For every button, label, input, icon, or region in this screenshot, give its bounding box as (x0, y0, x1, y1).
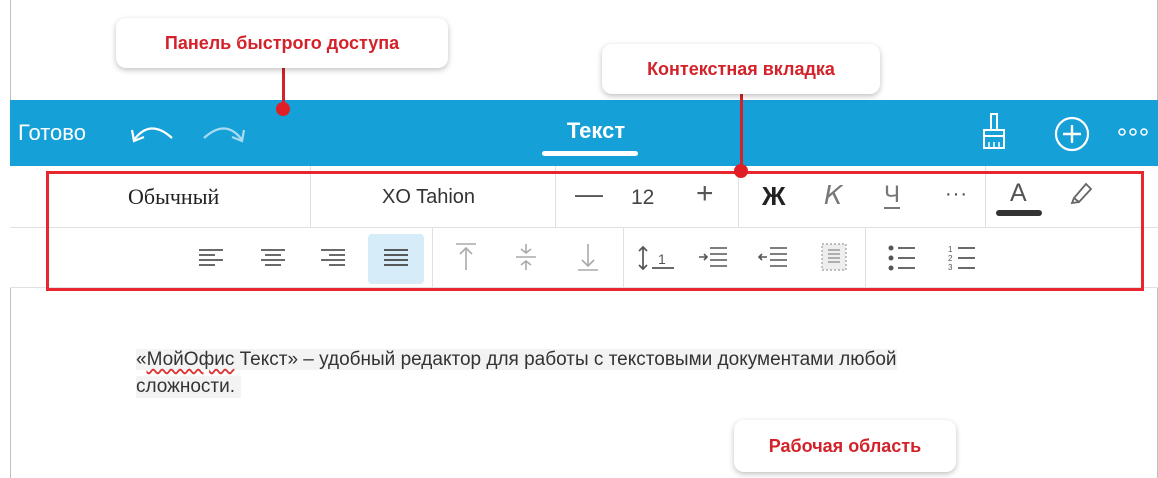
doc-quote-open: « (136, 349, 147, 370)
quick-access-bar: Готово Текст (10, 100, 1158, 166)
plus-circle-icon[interactable] (1054, 116, 1090, 157)
doc-line2: сложности. (136, 376, 242, 398)
redo-icon[interactable] (198, 118, 248, 153)
context-tab-annotation-frame (46, 171, 1144, 291)
doc-line1-text: Текст» – удобный редактор для работы с т… (234, 349, 897, 370)
callout-context-tab: Контекстная вкладка (602, 44, 880, 94)
callout-dot (276, 102, 290, 116)
tab-text[interactable]: Текст (550, 118, 642, 144)
tab-active-indicator (542, 151, 638, 156)
paint-brush-icon[interactable] (980, 112, 1010, 157)
undo-icon[interactable] (128, 118, 178, 153)
more-icon[interactable] (1118, 122, 1148, 147)
callout-pointer (282, 68, 285, 106)
misspelled-word[interactable]: МойОфис (147, 349, 235, 370)
callout-quick-access: Панель быстрого доступа (116, 18, 448, 68)
done-button[interactable]: Готово (18, 120, 86, 146)
document-paragraph[interactable]: «МойОфис Текст» – удобный редактор для р… (136, 346, 1096, 373)
callout-pointer (740, 94, 743, 168)
callout-work-area: Рабочая область (734, 420, 956, 472)
callout-dot (734, 164, 748, 178)
